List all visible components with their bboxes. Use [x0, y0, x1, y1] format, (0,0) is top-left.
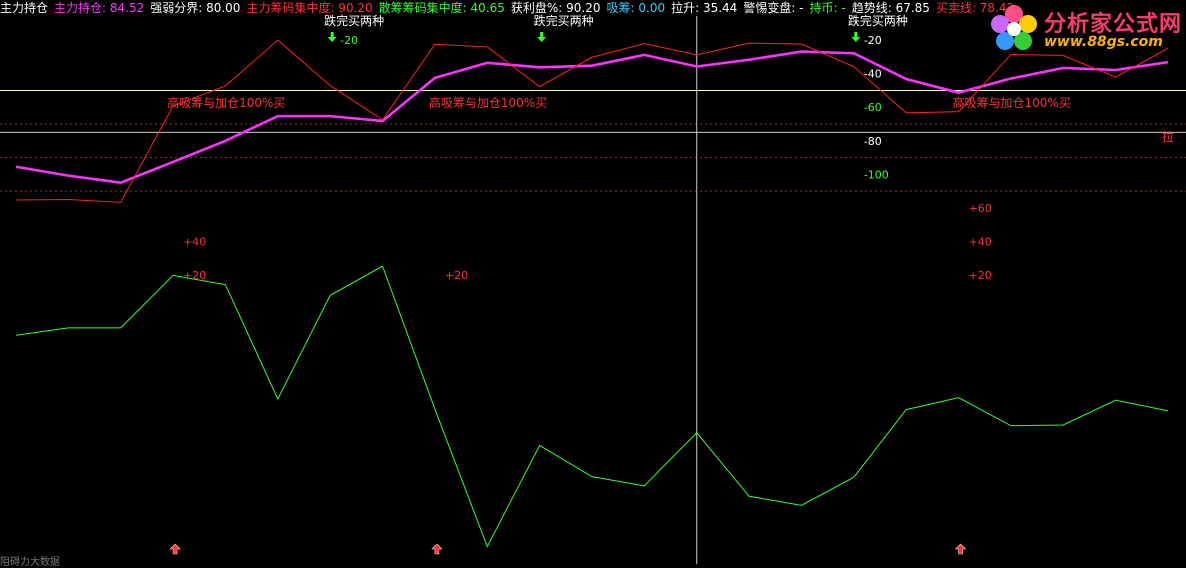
header-item: 主力持仓: 84.52	[54, 1, 145, 15]
level-label: -80	[864, 135, 882, 148]
down-arrow-icon	[851, 32, 861, 42]
header-item: 获利盘%: 90.20	[510, 1, 601, 15]
level-label: -40	[864, 68, 882, 81]
down-arrow-icon	[327, 32, 337, 42]
level-label: -60	[864, 101, 882, 114]
flower-logo-icon	[991, 5, 1037, 50]
indicator-chart[interactable]: 高吸筹与加仓100%买 高吸筹与加仓100%买 高吸筹与加仓100%买跌完买两种 跌完…	[0, 0, 1186, 564]
header-item: 趋势线: 67.85	[851, 1, 930, 15]
level-label: +20	[969, 269, 992, 282]
indicator-header: 主力持仓 主力持仓: 84.52 强弱分界: 80.00 主力筹码集中度: 90.20…	[0, 0, 1014, 16]
site-logo: 分析家公式网 www.88gs.com	[988, 2, 1184, 54]
logo-url: www.88gs.com	[1044, 34, 1163, 50]
level-label: -20	[340, 34, 358, 47]
header-item: 主力持仓	[0, 1, 49, 15]
header-item: 持币: -	[809, 1, 846, 15]
level-label: +60	[969, 202, 992, 215]
annotation-label: 高吸筹与加仓100%买	[953, 95, 1071, 110]
annotation-label: 高吸筹与加仓100%买	[429, 95, 547, 110]
up-arrow-icon	[954, 543, 967, 555]
header-item: 拉升: 35.44	[671, 1, 738, 15]
down-arrow-icon	[537, 32, 547, 42]
up-arrow-icon	[169, 543, 181, 555]
header-item: 警惕变盘: -	[743, 1, 804, 15]
header-item: 强弱分界: 80.00	[150, 1, 241, 15]
level-label: +40	[183, 235, 206, 248]
header-item: 吸筹: 0.00	[606, 1, 666, 15]
level-label: -100	[864, 168, 889, 181]
annotation-label: 拉	[1162, 129, 1174, 144]
level-label: +40	[969, 235, 992, 248]
level-label: -20	[864, 34, 882, 47]
series-line	[15, 265, 1169, 548]
header-item: 主力筹码集中度: 90.20	[246, 1, 373, 15]
bottom-label: 阻碍力大数据	[0, 557, 60, 568]
level-label: +20	[183, 269, 206, 282]
level-label: +20	[445, 269, 468, 282]
header-item: 散筹筹码集中度: 40.65	[378, 1, 505, 15]
up-arrow-icon	[431, 543, 443, 555]
annotation-label: 高吸筹与加仓100%买	[167, 95, 285, 110]
